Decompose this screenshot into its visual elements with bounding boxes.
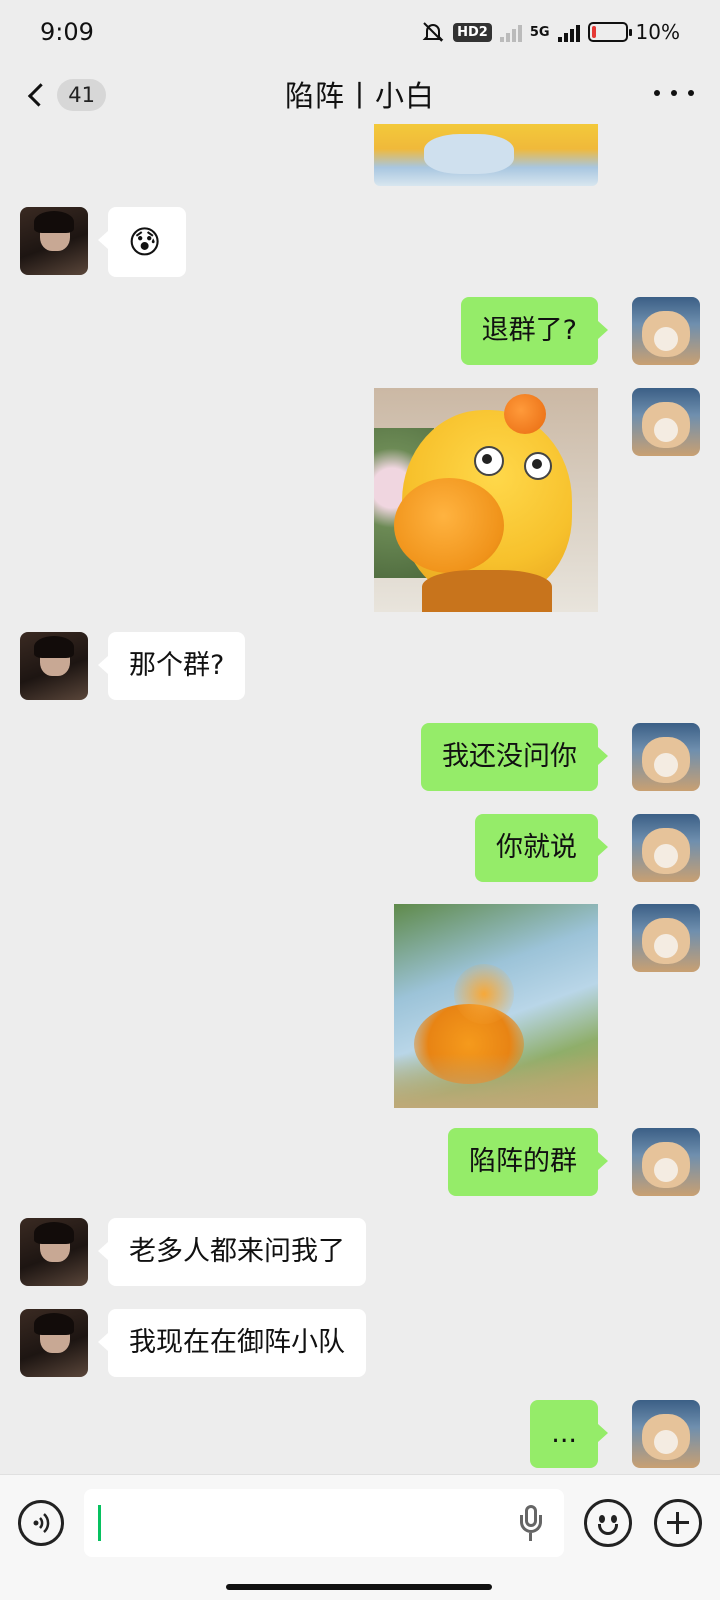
- more-dots-icon: [654, 90, 660, 96]
- message-bubble[interactable]: 我现在在御阵小队: [98, 1309, 366, 1377]
- message-bubble[interactable]: 😰: [98, 207, 186, 277]
- message-row: 你就说: [0, 814, 720, 884]
- partial-sticker[interactable]: [374, 124, 598, 186]
- emoji-button[interactable]: [584, 1499, 632, 1547]
- text-caret: [98, 1505, 101, 1541]
- status-bar: 9:09 HD2 5G 10%: [0, 0, 720, 64]
- message-text: 陷阵的群: [469, 1146, 577, 1177]
- message-input[interactable]: [84, 1489, 564, 1557]
- blurred-sticker[interactable]: [394, 904, 598, 1108]
- message-row: 老多人都来问我了: [0, 1218, 720, 1288]
- plus-button[interactable]: [654, 1499, 702, 1547]
- more-button[interactable]: [654, 78, 694, 108]
- message-bubble[interactable]: ...: [530, 1400, 608, 1468]
- message-bubble[interactable]: 我还没问你: [421, 723, 608, 791]
- message-text: ...: [551, 1418, 577, 1449]
- battery-icon: [587, 22, 632, 42]
- message-text: 那个群?: [129, 650, 225, 681]
- chat-header: 41 陷阵丨小白: [0, 64, 720, 124]
- message-bubble[interactable]: 陷阵的群: [448, 1128, 608, 1196]
- emoji-icon: [599, 1515, 605, 1523]
- message-row: [0, 904, 720, 1108]
- avatar[interactable]: [20, 207, 88, 275]
- avatar[interactable]: [632, 1400, 700, 1468]
- avatar[interactable]: [632, 388, 700, 456]
- avatar[interactable]: [632, 904, 700, 972]
- status-icons: HD2 5G 10%: [421, 20, 680, 44]
- status-time: 9:09: [40, 18, 94, 46]
- avatar[interactable]: [632, 814, 700, 882]
- message-row: [0, 388, 720, 612]
- message-row: 😰: [0, 207, 720, 279]
- avatar[interactable]: [20, 1309, 88, 1377]
- anxious-emoji-icon: 😰: [128, 223, 162, 261]
- message-bubble[interactable]: 老多人都来问我了: [98, 1218, 366, 1286]
- unread-badge: 41: [57, 79, 106, 111]
- chevron-left-icon: [27, 83, 52, 107]
- message-row: ...: [0, 1400, 720, 1474]
- message-bubble[interactable]: 你就说: [475, 814, 608, 882]
- home-indicator[interactable]: [226, 1584, 492, 1590]
- hd-badge: HD2: [453, 22, 492, 42]
- voice-icon: [33, 1513, 50, 1533]
- message-bubble[interactable]: 退群了?: [460, 297, 609, 365]
- message-row: 那个群?: [0, 632, 720, 702]
- message-list[interactable]: 😰 退群了? 那个群? 我还没问你 你就说 陷阵的群 老多人都来问我了 我现在在…: [0, 124, 720, 1474]
- input-bar: [0, 1474, 720, 1600]
- signal-icon-2: [557, 22, 580, 42]
- mute-bell-icon: [422, 22, 444, 42]
- signal-icon-1: [499, 22, 522, 42]
- yellow-hippo-sticker[interactable]: [374, 388, 598, 612]
- message-row: [0, 124, 720, 186]
- avatar[interactable]: [632, 723, 700, 791]
- message-text: 我现在在御阵小队: [129, 1327, 345, 1358]
- message-text: 你就说: [496, 832, 577, 863]
- message-text: 老多人都来问我了: [129, 1236, 345, 1267]
- avatar[interactable]: [20, 1218, 88, 1286]
- avatar[interactable]: [20, 632, 88, 700]
- message-row: 我现在在御阵小队: [0, 1309, 720, 1379]
- chat-title: 陷阵丨小白: [284, 79, 435, 113]
- message-row: 退群了?: [0, 297, 720, 367]
- back-button[interactable]: 41: [26, 76, 106, 114]
- mic-icon[interactable]: [520, 1505, 542, 1541]
- battery-percent: 10%: [635, 20, 680, 44]
- message-row: 我还没问你: [0, 723, 720, 793]
- avatar[interactable]: [632, 1128, 700, 1196]
- avatar[interactable]: [632, 297, 700, 365]
- message-bubble[interactable]: 那个群?: [97, 632, 246, 700]
- message-text: 我还没问你: [442, 741, 577, 772]
- message-text: 退群了?: [481, 315, 577, 346]
- network-type: 5G: [529, 24, 550, 40]
- message-row: 陷阵的群: [0, 1128, 720, 1198]
- voice-button[interactable]: [18, 1500, 64, 1546]
